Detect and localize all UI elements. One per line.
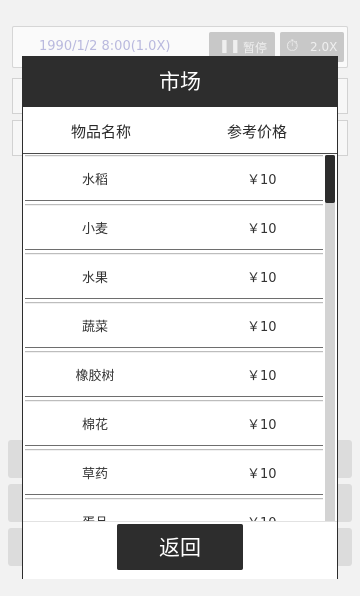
column-header-price: 参考价格 [227,123,288,141]
item-name: 草药 [81,467,108,482]
pause-icon: ❚❚ [219,39,241,54]
item-list[interactable]: 水稻 ￥10 小麦 ￥10 水果 ￥10 蔬菜 ￥10 橡胶树 ￥10 棉花 ￥… [23,155,325,521]
table-row[interactable]: 蛋品 ￥10 [25,498,323,521]
item-name: 棉花 [81,418,108,433]
item-name: 橡胶树 [75,369,115,384]
table-row[interactable]: 棉花 ￥10 [25,400,323,446]
market-dialog: 市场 物品名称 参考价格 水稻 ￥10 小麦 ￥10 水果 ￥10 蔬菜 ￥10… [22,56,338,579]
item-price: ￥10 [247,271,277,286]
item-price: ￥10 [247,512,277,521]
table-row[interactable]: 草药 ￥10 [25,449,323,495]
item-price: ￥10 [247,418,277,433]
item-name: 蛋品 [25,512,165,521]
speed-label: 2.0X [310,40,338,54]
table-row[interactable]: 水稻 ￥10 [25,155,323,201]
item-price: ￥10 [247,173,277,188]
datetime-display: 1990/1/2 8:00(1.0X) [39,39,171,54]
pause-label: 暂停 [243,41,268,55]
item-price: ￥10 [247,467,277,482]
market-title: 市场 [23,57,337,107]
item-name: 蔬菜 [81,320,108,335]
table-row[interactable]: 小麦 ￥10 [25,204,323,250]
item-price: ￥10 [247,222,277,237]
stopwatch-icon: ⏱ [286,36,299,55]
scrollbar-track[interactable] [325,155,335,521]
item-name: 水果 [81,271,108,286]
dialog-footer: 返回 [23,521,337,579]
table-row[interactable]: 蔬菜 ￥10 [25,302,323,348]
column-header-name: 物品名称 [71,123,132,141]
table-row[interactable]: 水果 ￥10 [25,253,323,299]
item-name: 小麦 [81,222,108,237]
item-name: 水稻 [81,173,108,188]
back-button[interactable]: 返回 [117,524,243,570]
item-price: ￥10 [247,320,277,335]
table-row[interactable]: 橡胶树 ￥10 [25,351,323,397]
item-price: ￥10 [247,369,277,384]
table-header: 物品名称 参考价格 [23,107,337,154]
scrollbar-thumb[interactable] [325,155,335,203]
